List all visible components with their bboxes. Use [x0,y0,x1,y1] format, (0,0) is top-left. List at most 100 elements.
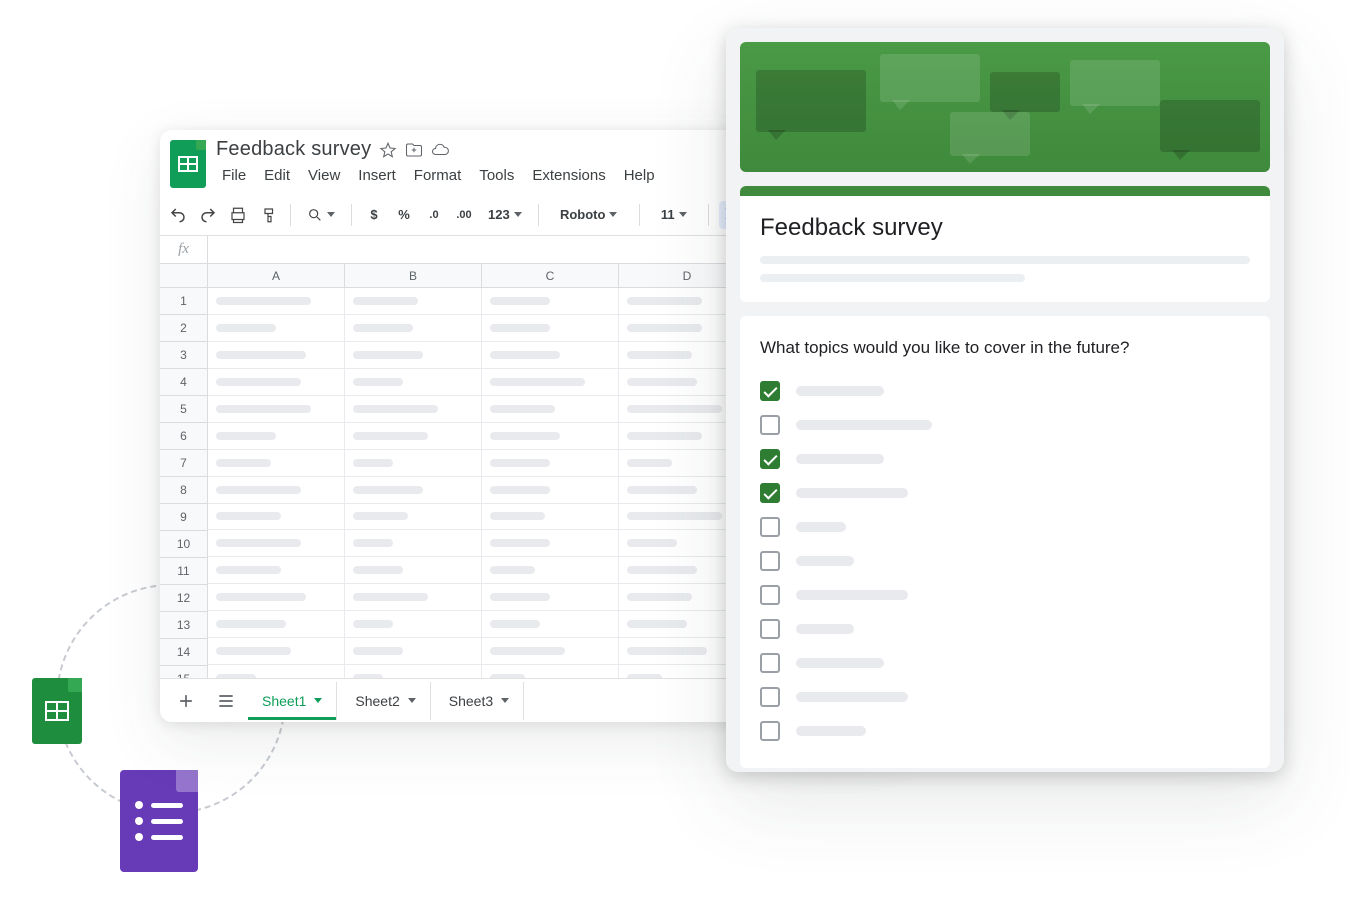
number-format-dropdown[interactable]: 123 [482,201,528,229]
star-icon[interactable] [379,141,397,159]
font-size-dropdown[interactable]: 11 [650,201,698,229]
checkbox-option[interactable] [760,408,1250,442]
cell[interactable] [482,530,619,557]
cell[interactable] [482,584,619,611]
document-title[interactable]: Feedback survey [216,138,371,161]
cell[interactable] [482,423,619,450]
cell[interactable] [482,342,619,369]
cell[interactable] [345,342,482,369]
cell[interactable] [345,369,482,396]
print-button[interactable] [226,201,250,229]
cell[interactable] [345,396,482,423]
checkbox-icon[interactable] [760,449,780,469]
cell[interactable] [208,557,345,584]
cell[interactable] [482,557,619,584]
cell[interactable] [482,477,619,504]
cell[interactable] [345,530,482,557]
cell[interactable] [208,396,345,423]
cell[interactable] [345,638,482,665]
select-all-cell[interactable] [160,264,208,288]
row-header[interactable]: 13 [160,612,208,639]
cell[interactable] [208,504,345,531]
checkbox-icon[interactable] [760,653,780,673]
menu-format[interactable]: Format [408,165,468,186]
cell[interactable] [208,315,345,342]
checkbox-option[interactable] [760,646,1250,680]
checkbox-icon[interactable] [760,483,780,503]
menu-edit[interactable]: Edit [258,165,296,186]
row-header[interactable]: 3 [160,342,208,369]
row-header[interactable]: 4 [160,369,208,396]
cell[interactable] [482,396,619,423]
cell[interactable] [345,557,482,584]
checkbox-option[interactable] [760,612,1250,646]
menu-view[interactable]: View [302,165,346,186]
cell[interactable] [482,288,619,315]
row-header[interactable]: 7 [160,450,208,477]
checkbox-icon[interactable] [760,687,780,707]
checkbox-icon[interactable] [760,415,780,435]
cell[interactable] [482,638,619,665]
row-header[interactable]: 12 [160,585,208,612]
checkbox-icon[interactable] [760,551,780,571]
zoom-dropdown[interactable] [301,201,341,229]
cell[interactable] [208,584,345,611]
row-header[interactable]: 2 [160,315,208,342]
cell[interactable] [482,450,619,477]
row-header[interactable]: 11 [160,558,208,585]
cell[interactable] [345,584,482,611]
checkbox-option[interactable] [760,714,1250,748]
checkbox-icon[interactable] [760,619,780,639]
cloud-status-icon[interactable] [431,141,449,159]
menu-help[interactable]: Help [618,165,661,186]
cell[interactable] [345,477,482,504]
row-header[interactable]: 10 [160,531,208,558]
cell[interactable] [208,450,345,477]
checkbox-option[interactable] [760,442,1250,476]
cell[interactable] [482,611,619,638]
menu-file[interactable]: File [216,165,252,186]
checkbox-option[interactable] [760,680,1250,714]
col-header-C[interactable]: C [482,264,619,288]
checkbox-icon[interactable] [760,585,780,605]
cell[interactable] [482,504,619,531]
add-sheet-button[interactable] [168,683,204,719]
cell[interactable] [345,423,482,450]
currency-button[interactable]: $ [362,201,386,229]
cell[interactable] [208,288,345,315]
tab-sheet2[interactable]: Sheet2 [341,682,430,720]
row-header[interactable]: 9 [160,504,208,531]
undo-button[interactable] [166,201,190,229]
row-header[interactable]: 8 [160,477,208,504]
checkbox-icon[interactable] [760,721,780,741]
cell[interactable] [345,611,482,638]
row-header[interactable]: 5 [160,396,208,423]
cell[interactable] [208,477,345,504]
paint-format-button[interactable] [256,201,280,229]
tab-sheet1[interactable]: Sheet1 [248,682,337,720]
checkbox-option[interactable] [760,544,1250,578]
decrease-decimal-button[interactable]: .0 [422,201,446,229]
col-header-B[interactable]: B [345,264,482,288]
menu-extensions[interactable]: Extensions [526,165,611,186]
cell[interactable] [208,369,345,396]
checkbox-option[interactable] [760,374,1250,408]
menu-tools[interactable]: Tools [473,165,520,186]
cell[interactable] [208,611,345,638]
cell[interactable] [208,530,345,557]
row-header[interactable]: 1 [160,288,208,315]
checkbox-icon[interactable] [760,381,780,401]
cell[interactable] [345,504,482,531]
cell[interactable] [208,638,345,665]
move-to-folder-icon[interactable] [405,141,423,159]
font-family-dropdown[interactable]: Roboto [549,201,629,229]
cell[interactable] [208,342,345,369]
cell[interactable] [482,315,619,342]
increase-decimal-button[interactable]: .00 [452,201,476,229]
percent-button[interactable]: % [392,201,416,229]
checkbox-icon[interactable] [760,517,780,537]
col-header-A[interactable]: A [208,264,345,288]
all-sheets-button[interactable] [208,683,244,719]
cell[interactable] [208,423,345,450]
tab-sheet3[interactable]: Sheet3 [435,682,524,720]
